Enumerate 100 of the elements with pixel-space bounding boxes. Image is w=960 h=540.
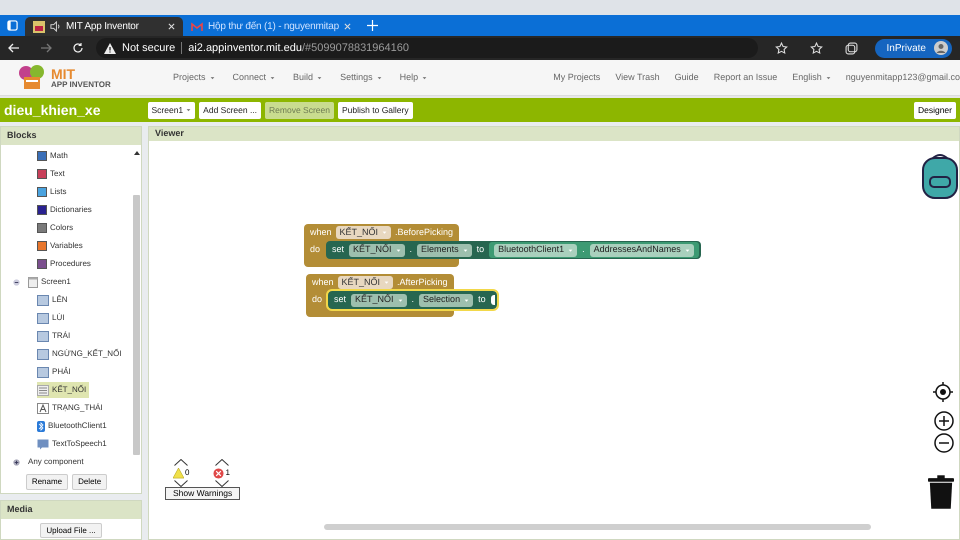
toolbar-button[interactable]: Publish to Gallery [338,102,413,118]
nav-link[interactable]: nguyenmitapp123@gmail.co [846,70,960,84]
block-dropdown[interactable]: KẾT_NỐI [349,244,405,256]
zoom-out-icon[interactable] [934,433,954,453]
collections-icon[interactable] [844,42,858,54]
block-category[interactable]: Math [1,147,132,165]
menu-item[interactable]: Help [400,70,428,84]
forward-icon[interactable] [40,43,52,53]
block-dropdown[interactable]: KẾT_NỐI [351,294,407,306]
speaker-icon[interactable] [50,21,61,32]
menu-item[interactable]: Build [293,70,322,84]
block-dropdown[interactable]: Selection [419,294,474,306]
nav-link[interactable]: Report an Issue [714,70,778,84]
caret-icon [464,298,470,302]
app-favicon-icon [33,20,45,32]
tree-item[interactable]: TRÁI [37,328,74,344]
scrollbar-thumb[interactable] [133,195,140,455]
next-warning-icon[interactable] [174,480,188,487]
toolbar-button[interactable]: Add Screen ... [199,102,262,118]
caret-icon [317,74,322,80]
block-dropdown[interactable]: KẾT_NỐI [338,276,394,289]
tree-item[interactable]: Any component [28,454,87,470]
tree-item[interactable]: BluetoothClient1 [37,418,110,434]
upload-button[interactable]: Upload File ... [40,523,102,538]
screen-dropdown[interactable]: Screen1 [148,102,196,118]
tree-item[interactable]: Screen1 [28,274,74,290]
block-category[interactable]: Lists [1,183,132,201]
component-icon [37,384,49,396]
input-socket [490,295,495,305]
menu-item[interactable]: Connect [232,70,276,84]
caret-icon [396,248,401,252]
tree-item[interactable]: TextToSpeech1 [37,436,110,452]
tree-item[interactable]: LÙI [37,310,68,326]
block-category[interactable]: Text [1,165,132,183]
tab-actions-icon[interactable] [7,20,18,31]
component-icon [37,294,49,306]
component-icon [37,312,49,324]
reload-icon[interactable] [72,42,84,54]
tab-title: MIT App Inventor [66,20,140,34]
panel-title: Viewer [149,127,959,141]
previous-error-icon[interactable] [214,459,229,466]
next-error-icon[interactable] [214,480,229,487]
url-text: ai2.appinventor.mit.edu/#5099078831964160 [188,40,410,56]
tree-toggle-icon[interactable] [13,458,20,466]
block-dot: . [412,293,414,306]
previous-warning-icon[interactable] [174,459,188,466]
designer-button[interactable]: Designer [914,102,956,118]
nav-link[interactable]: My Projects [553,70,600,84]
tree-item[interactable]: KẾT_NỐI [37,382,90,398]
block-dropdown[interactable]: Elements [417,244,472,256]
backpack-icon[interactable] [920,153,959,199]
caret-icon [186,107,192,113]
favorite-add-icon[interactable] [774,42,788,54]
menu-item[interactable]: Projects [173,70,215,84]
error-icon [213,468,224,478]
tree-item[interactable]: PHẢI [37,364,74,380]
block-keyword: do [309,243,322,256]
tree-toggle-icon[interactable] [13,278,20,286]
block-category[interactable]: Variables [1,237,132,255]
zoom-in-icon[interactable] [934,411,954,431]
caret-icon [684,248,690,252]
block-dropdown[interactable]: BluetoothClient1 [494,244,578,256]
caret-icon [382,230,388,235]
block-event-name: .AfterPicking [397,276,448,289]
address-bar[interactable]: Not secure ai2.appinventor.mit.edu/#5099078831964160 [96,38,758,58]
scroll-up-icon[interactable] [134,151,140,155]
block-category[interactable]: Colors [1,219,132,237]
block-dropdown[interactable]: AddressesAndNames [590,244,694,256]
block-keyword: when [310,226,332,239]
panel-button[interactable]: Rename [26,474,68,490]
panel-title: Media [1,501,141,519]
block-dot: . [410,243,412,256]
browser-tab[interactable]: MIT App Inventor [25,17,183,36]
favorites-icon[interactable] [810,42,823,54]
new-tab-icon[interactable] [366,20,378,31]
menu-item[interactable]: English [792,70,831,84]
tree-item[interactable]: TRẠNG_THÁI [37,400,106,416]
menu-item[interactable]: Settings [340,70,382,84]
show-warnings-button[interactable]: Show Warnings [165,487,240,500]
recenter-icon[interactable] [933,382,953,402]
nav-link[interactable]: View Trash [615,70,660,84]
panel-button[interactable]: Delete [72,474,108,490]
inprivate-button[interactable]: InPrivate [874,38,952,58]
horizontal-scrollbar[interactable] [324,524,871,530]
block-keyword: when [312,276,334,289]
nav-link[interactable]: Guide [674,70,699,84]
tree-item[interactable]: NGỪNG_KẾT_NỐI [37,346,125,362]
component-icon [37,402,49,414]
set-block[interactable]: set KẾT_NỐI . Elements to BluetoothClient1 . AddressesAndNames [326,241,701,259]
warning-icon [173,468,184,478]
tree-item[interactable]: LÊN [37,292,71,308]
block-category[interactable]: Procedures [1,255,132,273]
trash-icon[interactable] [928,475,954,509]
set-block[interactable]: set KẾT_NỐI . Selection to [328,291,497,309]
block-category[interactable]: Dictionaries [1,201,132,219]
block-dropdown[interactable]: KẾT_NỐI [336,226,392,239]
getter-block[interactable]: BluetoothClient1 . AddressesAndNames [489,242,699,258]
close-icon[interactable] [168,23,175,30]
back-icon[interactable] [8,43,20,53]
browser-tab[interactable]: Hộp thư đến (1) - nguyenmitap [183,17,359,36]
